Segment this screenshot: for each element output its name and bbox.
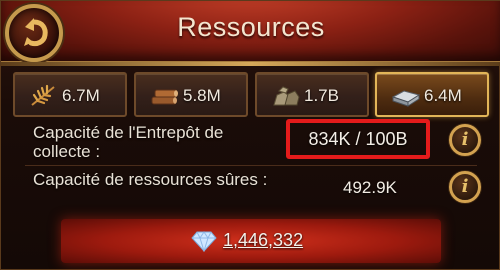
stone-value: 1.7B	[304, 86, 339, 105]
info-icon: i	[461, 129, 469, 150]
diamond-icon	[191, 231, 217, 252]
safe-capacity-label: Capacité de ressources sûres :	[33, 170, 268, 189]
header-bar: Ressources	[1, 1, 500, 66]
warehouse-capacity-highlight: 834K / 100B	[286, 119, 430, 159]
resource-tab-stone[interactable]: 1.7B	[255, 72, 369, 117]
gems-bar[interactable]: 1,446,332	[1, 219, 500, 263]
wood-icon	[151, 89, 178, 105]
stone-icon	[273, 86, 300, 106]
safe-capacity-value: 492.9K	[343, 178, 397, 197]
iron-value: 6.4M	[424, 86, 462, 105]
wood-value: 5.8M	[183, 86, 221, 105]
resource-tab-iron[interactable]: 6.4M	[375, 72, 489, 117]
warehouse-capacity-value: 834K / 100B	[308, 128, 408, 149]
safe-info-button[interactable]: i	[449, 171, 481, 203]
resource-tab-wood[interactable]: 5.8M	[134, 72, 248, 117]
row-divider	[25, 165, 477, 166]
warehouse-capacity-row: Capacité de l'Entrepôt de collecte : 834…	[15, 119, 487, 167]
food-icon	[31, 84, 55, 106]
warehouse-capacity-label: Capacité de l'Entrepôt de collecte :	[33, 123, 224, 161]
resources-panel: Ressources 6.7M 5.8M 1.7B 6.4M Capacité …	[0, 0, 500, 270]
resource-tabs: 6.7M 5.8M 1.7B 6.4M	[13, 72, 489, 117]
food-value: 6.7M	[62, 86, 100, 105]
info-icon: i	[461, 176, 469, 197]
gems-value: 1,446,332	[223, 230, 304, 250]
resource-tab-food[interactable]: 6.7M	[13, 72, 127, 117]
warehouse-info-button[interactable]: i	[449, 124, 481, 156]
safe-capacity-row: Capacité de ressources sûres : 492.9K i	[15, 168, 487, 214]
iron-icon	[391, 90, 421, 107]
page-title: Ressources	[177, 12, 325, 42]
